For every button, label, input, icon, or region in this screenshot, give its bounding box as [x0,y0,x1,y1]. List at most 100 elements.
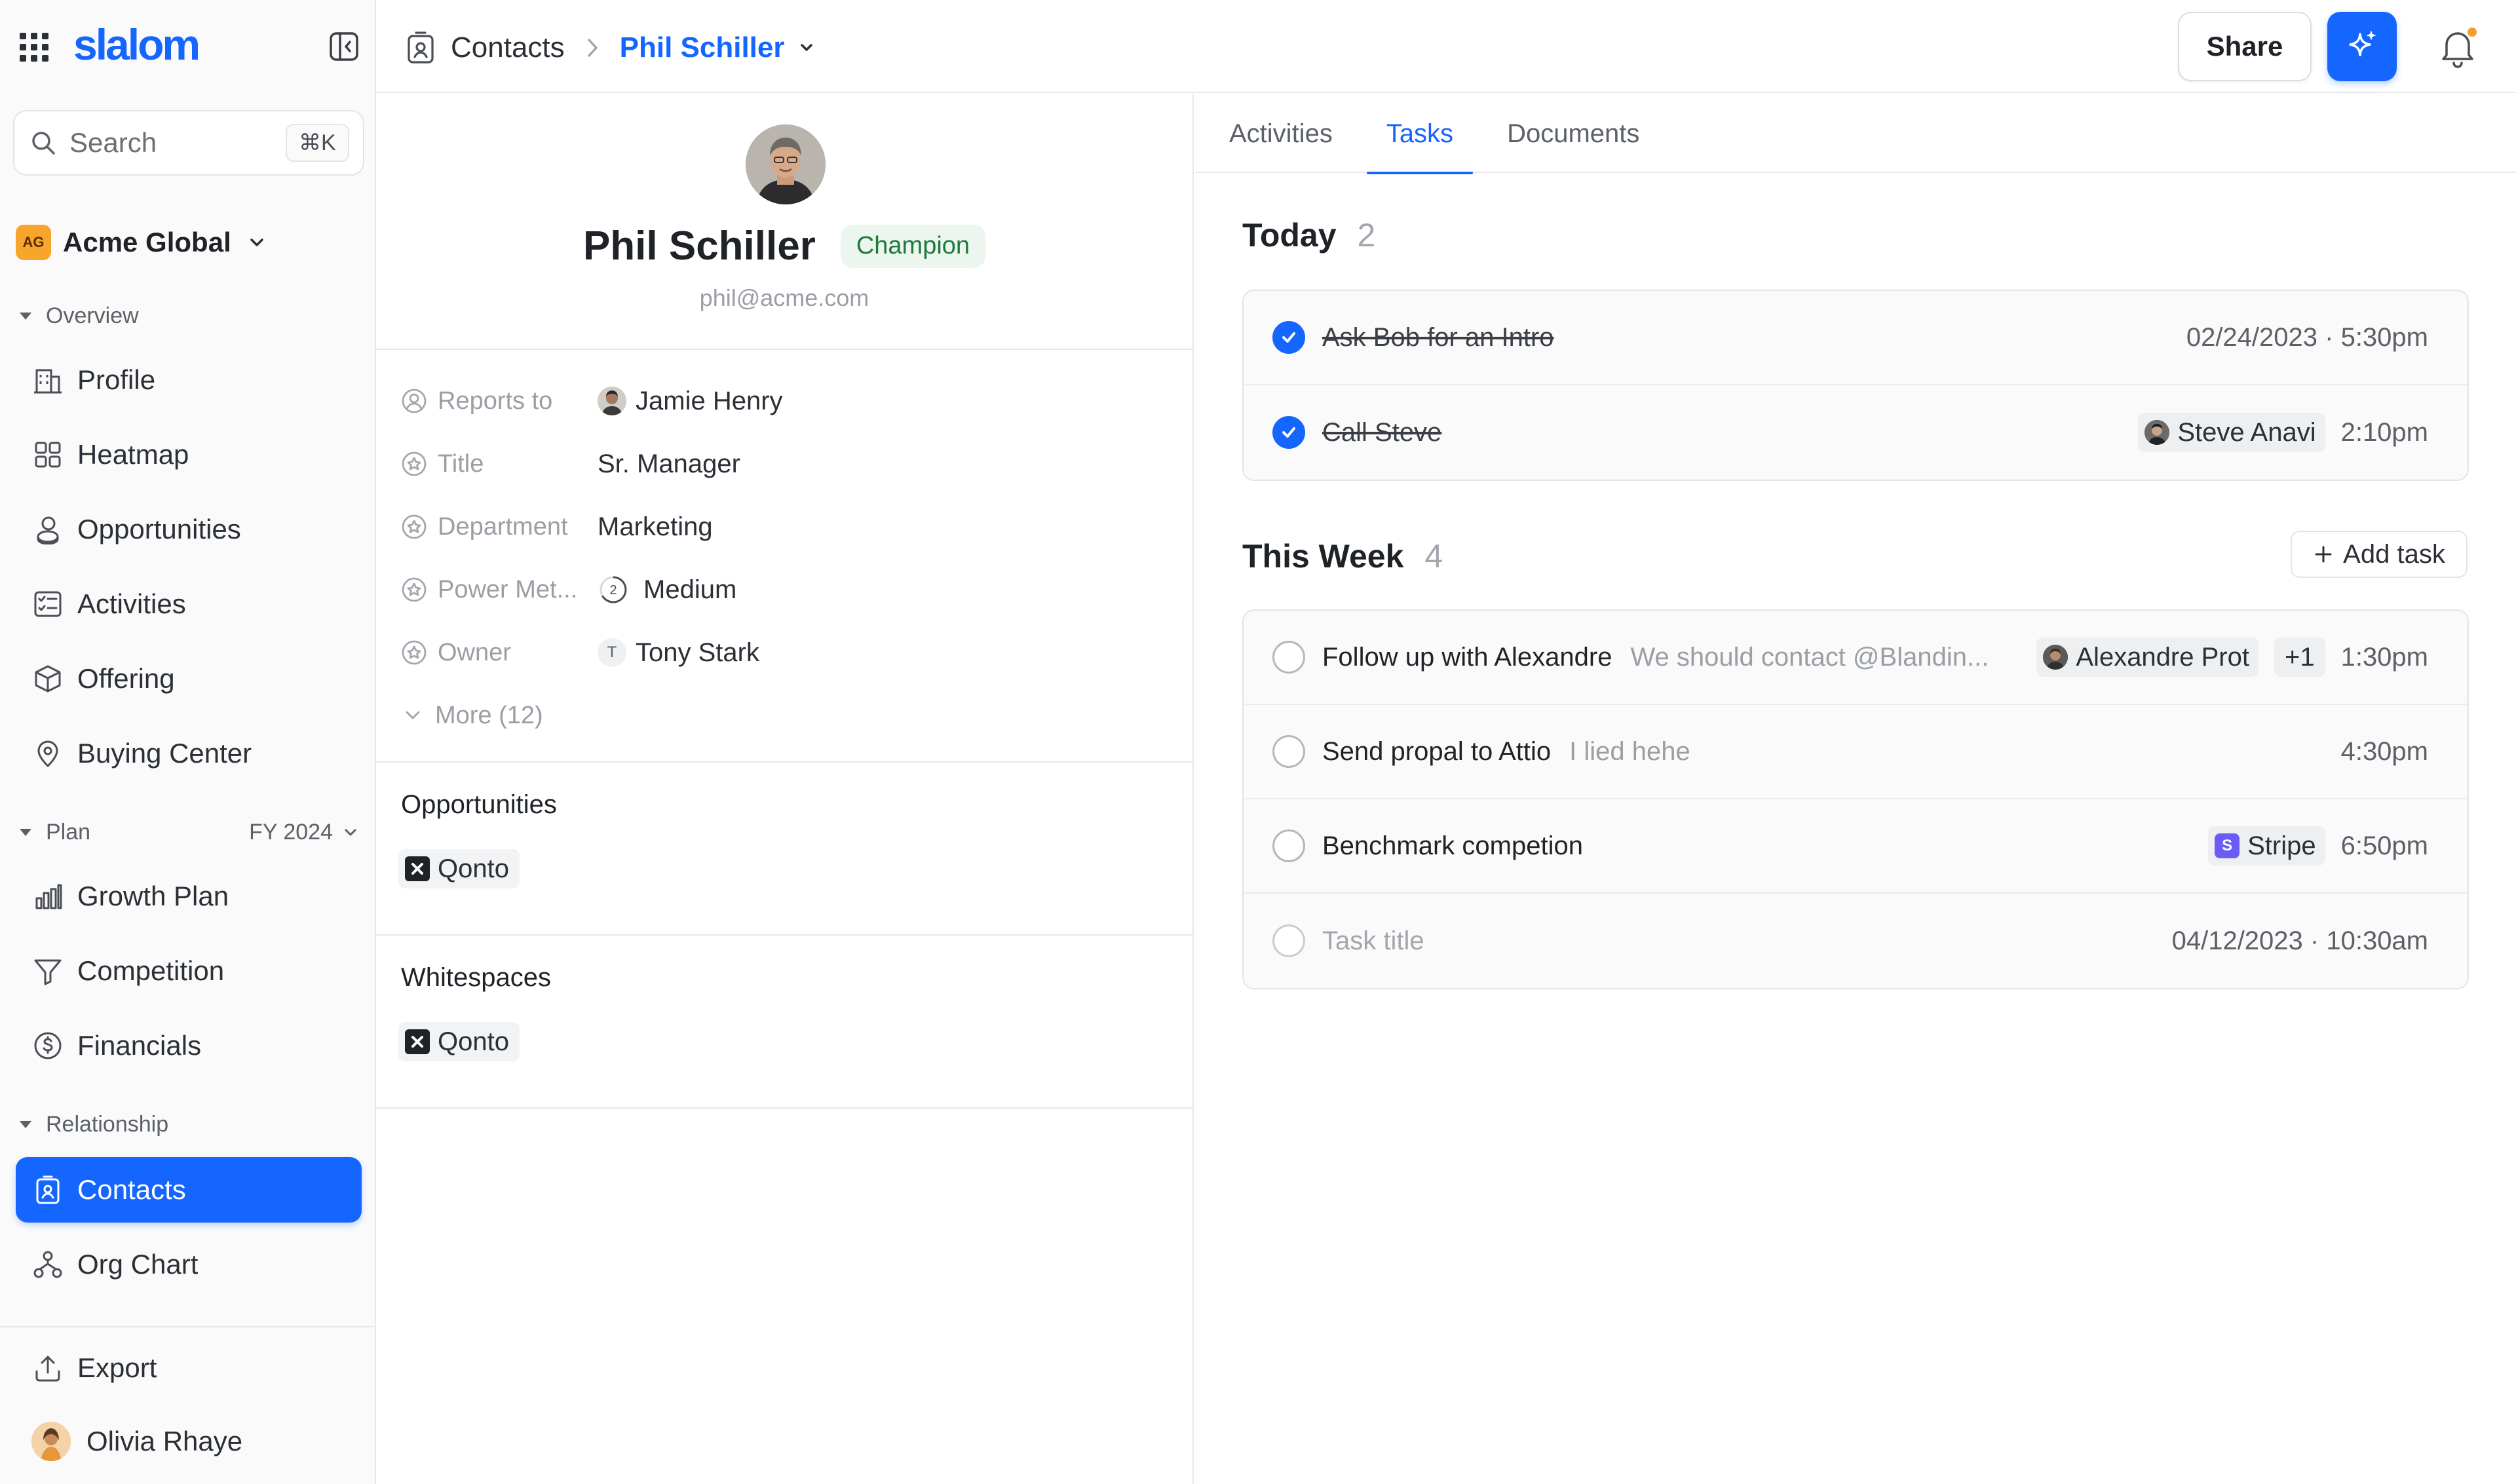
workspace-switcher[interactable]: AG Acme Global [16,221,267,263]
plan-period-selector[interactable]: FY 2024 [249,820,359,845]
sidebar-item-label: Profile [77,364,156,395]
sparkle-icon [2344,29,2380,64]
contact-card-icon [405,31,436,65]
this-week-group-header: This Week 4 [1242,537,1443,575]
collapse-sidebar-icon[interactable] [329,31,359,62]
contact-card-icon [33,1175,63,1205]
export-icon [33,1353,63,1383]
notifications-button[interactable] [2435,25,2481,71]
caret-down-icon [18,309,33,323]
attribute-power-metric[interactable]: Power Met... 2 Medium [401,558,1168,621]
search-box[interactable]: ⌘K [13,110,364,176]
section-overview[interactable]: Overview [18,296,359,335]
task-row[interactable]: Follow up with Alexandre We should conta… [1244,611,2468,705]
level-indicator-icon: 2 [598,574,629,605]
attribute-label: Reports to [401,387,598,415]
whitespace-chip[interactable]: Qonto [398,1022,520,1061]
attribute-owner[interactable]: Owner T Tony Stark [401,621,1168,684]
task-meta: 02/24/2023 · 5:30pm [2186,323,2428,352]
search-input[interactable] [69,127,286,159]
attribute-title[interactable]: Title Sr. Manager [401,432,1168,495]
contact-email[interactable]: phil@acme.com [376,284,1192,312]
task-row[interactable]: Benchmark competion S Stripe 6:50pm [1244,799,2468,894]
sidebar-item-opportunities[interactable]: Opportunities [16,497,362,562]
search-icon [30,130,56,156]
sidebar-item-heatmap[interactable]: Heatmap [16,422,362,487]
sidebar-item-org-chart[interactable]: Org Chart [16,1232,362,1297]
task-checkbox[interactable] [1272,829,1305,862]
top-bar: Contacts Phil Schiller Share [376,0,2516,93]
sidebar-item-profile[interactable]: Profile [16,347,362,413]
plan-period-value: FY 2024 [249,819,333,845]
attribute-department[interactable]: Department Marketing [401,495,1168,558]
ai-assistant-button[interactable] [2327,12,2397,81]
sidebar-item-activities[interactable]: Activities [16,571,362,637]
opportunities-section: Opportunities Qonto [376,761,1192,934]
sidebar-item-growth-plan[interactable]: Growth Plan [16,864,362,929]
attribute-label: Power Met... [401,576,598,604]
sidebar-item-label: Financials [77,1030,202,1061]
share-button[interactable]: Share [2178,12,2312,81]
sidebar-item-export[interactable]: Export [16,1335,362,1401]
assignee-avatar [2144,420,2170,445]
task-due: 02/24/2023 · 5:30pm [2186,322,2428,352]
task-title-placeholder[interactable]: Task title [1322,926,1424,956]
sidebar-item-financials[interactable]: Financials [16,1013,362,1078]
sidebar: slalom ⌘K AG Acme Global Overview [0,0,376,1484]
sidebar-item-label: Activities [77,588,186,619]
task-description: We should contact @Blandin... [1630,642,1989,672]
contact-role-badge[interactable]: Champion [840,224,986,268]
attribute-value: Sr. Manager [598,449,740,478]
box-icon [33,664,63,694]
opportunity-chip[interactable]: Qonto [398,849,520,888]
breadcrumb-contacts-link[interactable]: Contacts [451,31,565,64]
task-due: 6:50pm [2340,831,2428,860]
assignee-chip[interactable]: Steve Anavi [2138,413,2325,452]
task-checkbox[interactable] [1272,641,1305,674]
dollar-icon [33,1031,63,1061]
task-row[interactable]: Send propal to Attio I lied hehe 4:30pm [1244,705,2468,799]
task-description: I lied hehe [1569,736,1690,766]
section-plan[interactable]: Plan FY 2024 [18,812,359,852]
star-circle-icon [401,514,427,540]
section-relationship[interactable]: Relationship [18,1105,359,1144]
attribute-reports-to[interactable]: Reports to Jamie Henry [401,370,1168,432]
whitespaces-section: Whitespaces Qonto [376,934,1192,1109]
tab-activities[interactable]: Activities [1227,94,1335,173]
add-task-button[interactable]: Add task [2291,531,2468,578]
chevron-down-icon [247,233,267,252]
whitespaces-title: Whitespaces [401,963,551,992]
task-row[interactable]: Call Steve Steve Anavi 2:10pm [1244,385,2468,480]
sidebar-item-competition[interactable]: Competition [16,938,362,1004]
today-group-header: Today 2 [1242,216,1375,254]
extra-assignees-chip[interactable]: +1 [2274,637,2325,677]
more-attributes-toggle[interactable]: More (12) [401,684,1168,747]
attribute-value: Marketing [598,512,713,541]
tab-documents[interactable]: Documents [1504,94,1642,173]
task-row-new[interactable]: Task title 04/12/2023 · 10:30am [1244,894,2468,988]
task-title: Benchmark competion [1322,831,1583,860]
chevron-down-icon[interactable] [797,38,816,58]
task-checkbox[interactable] [1272,416,1305,449]
assignee-chip[interactable]: Alexandre Prot [2036,637,2259,677]
attribute-label: Title [401,450,598,478]
task-meta: S Stripe 6:50pm [2208,826,2428,866]
sidebar-item-offering[interactable]: Offering [16,646,362,712]
company-chip[interactable]: S Stripe [2208,826,2325,866]
sidebar-item-buying-center[interactable]: Buying Center [16,721,362,786]
breadcrumb-current-contact[interactable]: Phil Schiller [620,31,785,64]
tab-tasks[interactable]: Tasks [1366,94,1474,174]
bar-chart-icon [33,881,63,911]
stripe-logo-icon: S [2215,833,2240,858]
sidebar-item-contacts[interactable]: Contacts [16,1157,362,1223]
task-checkbox[interactable] [1272,924,1305,957]
apps-grid-icon[interactable] [18,31,50,63]
task-meta: 4:30pm [2341,737,2428,767]
task-checkbox[interactable] [1272,321,1305,354]
user-menu[interactable]: Olivia Rhaye [31,1422,242,1461]
svg-text:2: 2 [609,583,617,598]
task-row[interactable]: Ask Bob for an Intro 02/24/2023 · 5:30pm [1244,291,2468,385]
task-checkbox[interactable] [1272,735,1305,768]
contact-name: Phil Schiller [582,223,816,269]
app-logo[interactable]: slalom [73,20,200,69]
